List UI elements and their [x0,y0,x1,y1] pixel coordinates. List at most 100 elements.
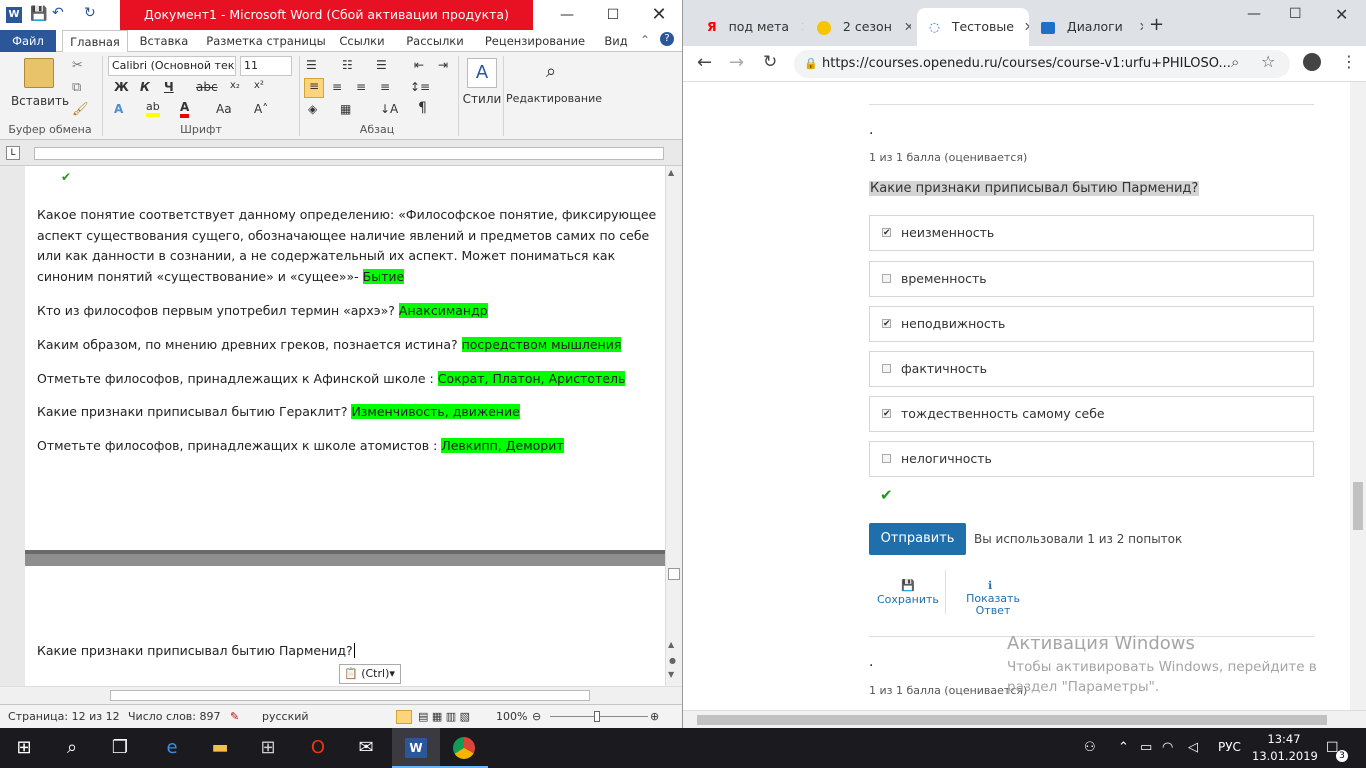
help-icon[interactable]: ? [660,32,674,46]
justify-icon[interactable]: ≡ [380,80,390,94]
browser-minimize-button[interactable]: — [1247,6,1261,22]
tab-selector[interactable]: L [6,146,20,160]
tab-home[interactable]: Главная [62,30,128,53]
bookmark-star-icon[interactable]: ☆ [1261,52,1275,71]
align-left-button[interactable]: ≡ [304,78,324,98]
paste-options-button[interactable]: 📋 (Ctrl)▾ [339,664,401,684]
strikethrough-icon[interactable]: abc [196,80,218,94]
show-marks-icon[interactable]: ¶ [418,100,427,116]
print-layout-icon[interactable] [396,710,412,724]
browser-tab-3[interactable]: ◌ Тестовые ✕ [917,8,1029,46]
checkbox-2[interactable] [882,274,891,283]
font-name-combo[interactable]: Calibri (Основной тек [108,56,236,76]
editing-button[interactable]: Редактирование [506,92,602,105]
bold-button[interactable]: Ж [114,80,129,94]
word-count[interactable]: Число слов: 897 [128,705,221,728]
zoom-icon[interactable]: ⌕ [1231,53,1239,71]
option-2[interactable]: временность [869,261,1314,297]
doc-paragraph-3[interactable]: Каким образом, по мнению древних греков,… [37,335,663,356]
change-case-icon[interactable]: Aa [216,102,232,116]
task-view-icon[interactable]: ❐ [96,728,144,768]
store-icon[interactable]: ⊞ [244,728,292,768]
doc-paragraph-1[interactable]: Какое понятие соответствует данному опре… [37,205,663,287]
ruler[interactable]: L [0,140,682,166]
volume-icon[interactable]: ◁ [1188,740,1198,755]
grow-font-icon[interactable]: A˄ [254,102,268,116]
language[interactable]: русский [262,705,309,728]
sort-icon[interactable]: ↓A [380,102,398,116]
tab-insert[interactable]: Вставка [134,30,194,52]
chrome-taskbar-icon[interactable] [440,728,488,768]
highlight-icon[interactable]: ab [146,100,160,117]
browser-tab-2[interactable]: 2 сезон ✕ [807,8,911,46]
reload-icon[interactable]: ↻ [763,52,777,72]
italic-button[interactable]: К [140,80,150,94]
option-5[interactable]: ✔ тождественность самому себе [869,396,1314,432]
zoom-level[interactable]: 100% [496,705,527,728]
line-spacing-icon[interactable]: ↕≡ [410,80,430,94]
text-effects-icon[interactable]: A [114,102,123,116]
doc-paragraph-4[interactable]: Отметьте философов, принадлежащих к Афин… [37,369,663,390]
doc-paragraph-7[interactable]: Какие признаки приписывал бытию Парменид… [37,641,663,662]
browser-tab-4[interactable]: Диалоги ✕ [1033,8,1143,46]
tab-review[interactable]: Рецензирование [480,30,590,52]
profile-avatar[interactable] [1303,53,1321,71]
paste-icon[interactable] [24,58,54,88]
clock-time[interactable]: 13:47 [1262,732,1306,746]
checkbox-6[interactable] [882,454,891,463]
checkbox-4[interactable] [882,364,891,373]
paste-button[interactable]: Вставить [10,94,70,108]
checkbox-5[interactable]: ✔ [882,409,891,419]
option-4[interactable]: фактичность [869,351,1314,387]
new-tab-icon[interactable]: + [1149,14,1164,35]
zoom-out-icon[interactable]: ⊖ [532,705,541,728]
tab-view[interactable]: Вид [596,30,636,52]
tab-mailings[interactable]: Рассылки [402,30,468,52]
language-indicator[interactable]: РУС [1218,740,1241,754]
checkbox-1[interactable]: ✔ [882,228,891,238]
doc-paragraph-2[interactable]: Кто из философов первым употребил термин… [37,301,663,322]
maximize-button[interactable]: ☐ [590,0,636,30]
forward-icon[interactable]: → [729,52,744,73]
edge-icon[interactable]: e [148,728,196,768]
align-center-icon[interactable]: ≡ [332,80,342,94]
font-size-combo[interactable]: 11 [240,56,292,76]
checkbox-3[interactable]: ✔ [882,319,891,329]
word-taskbar-icon[interactable]: W [392,728,440,768]
doc-paragraph-6[interactable]: Отметьте философов, принадлежащих к школ… [37,436,663,457]
tray-expand-icon[interactable]: ⌃ [1118,740,1129,755]
submit-button[interactable]: Отправить [869,523,966,555]
save-button[interactable]: Сохранить [877,593,939,606]
copy-icon[interactable]: ⧉ [72,80,81,95]
browser-close-button[interactable]: ✕ [1335,5,1348,24]
increase-indent-icon[interactable]: ⇥ [438,58,448,72]
view-modes-icon[interactable]: ▤ ▦ ▥ ▧ [418,705,470,728]
search-icon[interactable]: ⌕ [48,728,96,768]
browser-maximize-button[interactable]: ☐ [1289,6,1302,22]
proofing-icon[interactable]: ✎ [230,705,239,728]
close-button[interactable]: ✕ [636,0,682,30]
font-color-icon[interactable]: A [180,100,190,118]
wifi-icon[interactable]: ◠ [1162,740,1173,755]
opera-icon[interactable]: O [294,728,342,768]
network-icon[interactable]: ▭ [1140,740,1152,755]
tab-file[interactable]: Файл [0,30,56,52]
word-app-icon[interactable]: W [6,7,22,23]
start-icon[interactable]: ⊞ [0,728,48,768]
page-scrollbar[interactable] [1350,82,1366,710]
ribbon-collapse-icon[interactable]: ⌃ [640,33,650,47]
styles-button[interactable]: Стили [462,92,502,106]
cut-icon[interactable]: ✂ [72,58,83,73]
multilevel-list-icon[interactable]: ☰ [376,58,387,72]
show-answer-button[interactable]: Показать Ответ [961,593,1025,617]
clock-date[interactable]: 13.01.2019 [1252,749,1318,763]
option-3[interactable]: ✔ неподвижность [869,306,1314,342]
browser-horizontal-scrollbar[interactable] [683,710,1366,728]
redo-icon[interactable]: ↻ [84,5,96,21]
zoom-in-icon[interactable]: ⊕ [650,705,659,728]
option-6[interactable]: нелогичность [869,441,1314,477]
tab-references[interactable]: Ссылки [334,30,390,52]
borders-icon[interactable]: ▦ [340,102,351,116]
binoculars-icon[interactable]: ⌕ [536,58,566,88]
back-icon[interactable]: ← [697,52,712,73]
